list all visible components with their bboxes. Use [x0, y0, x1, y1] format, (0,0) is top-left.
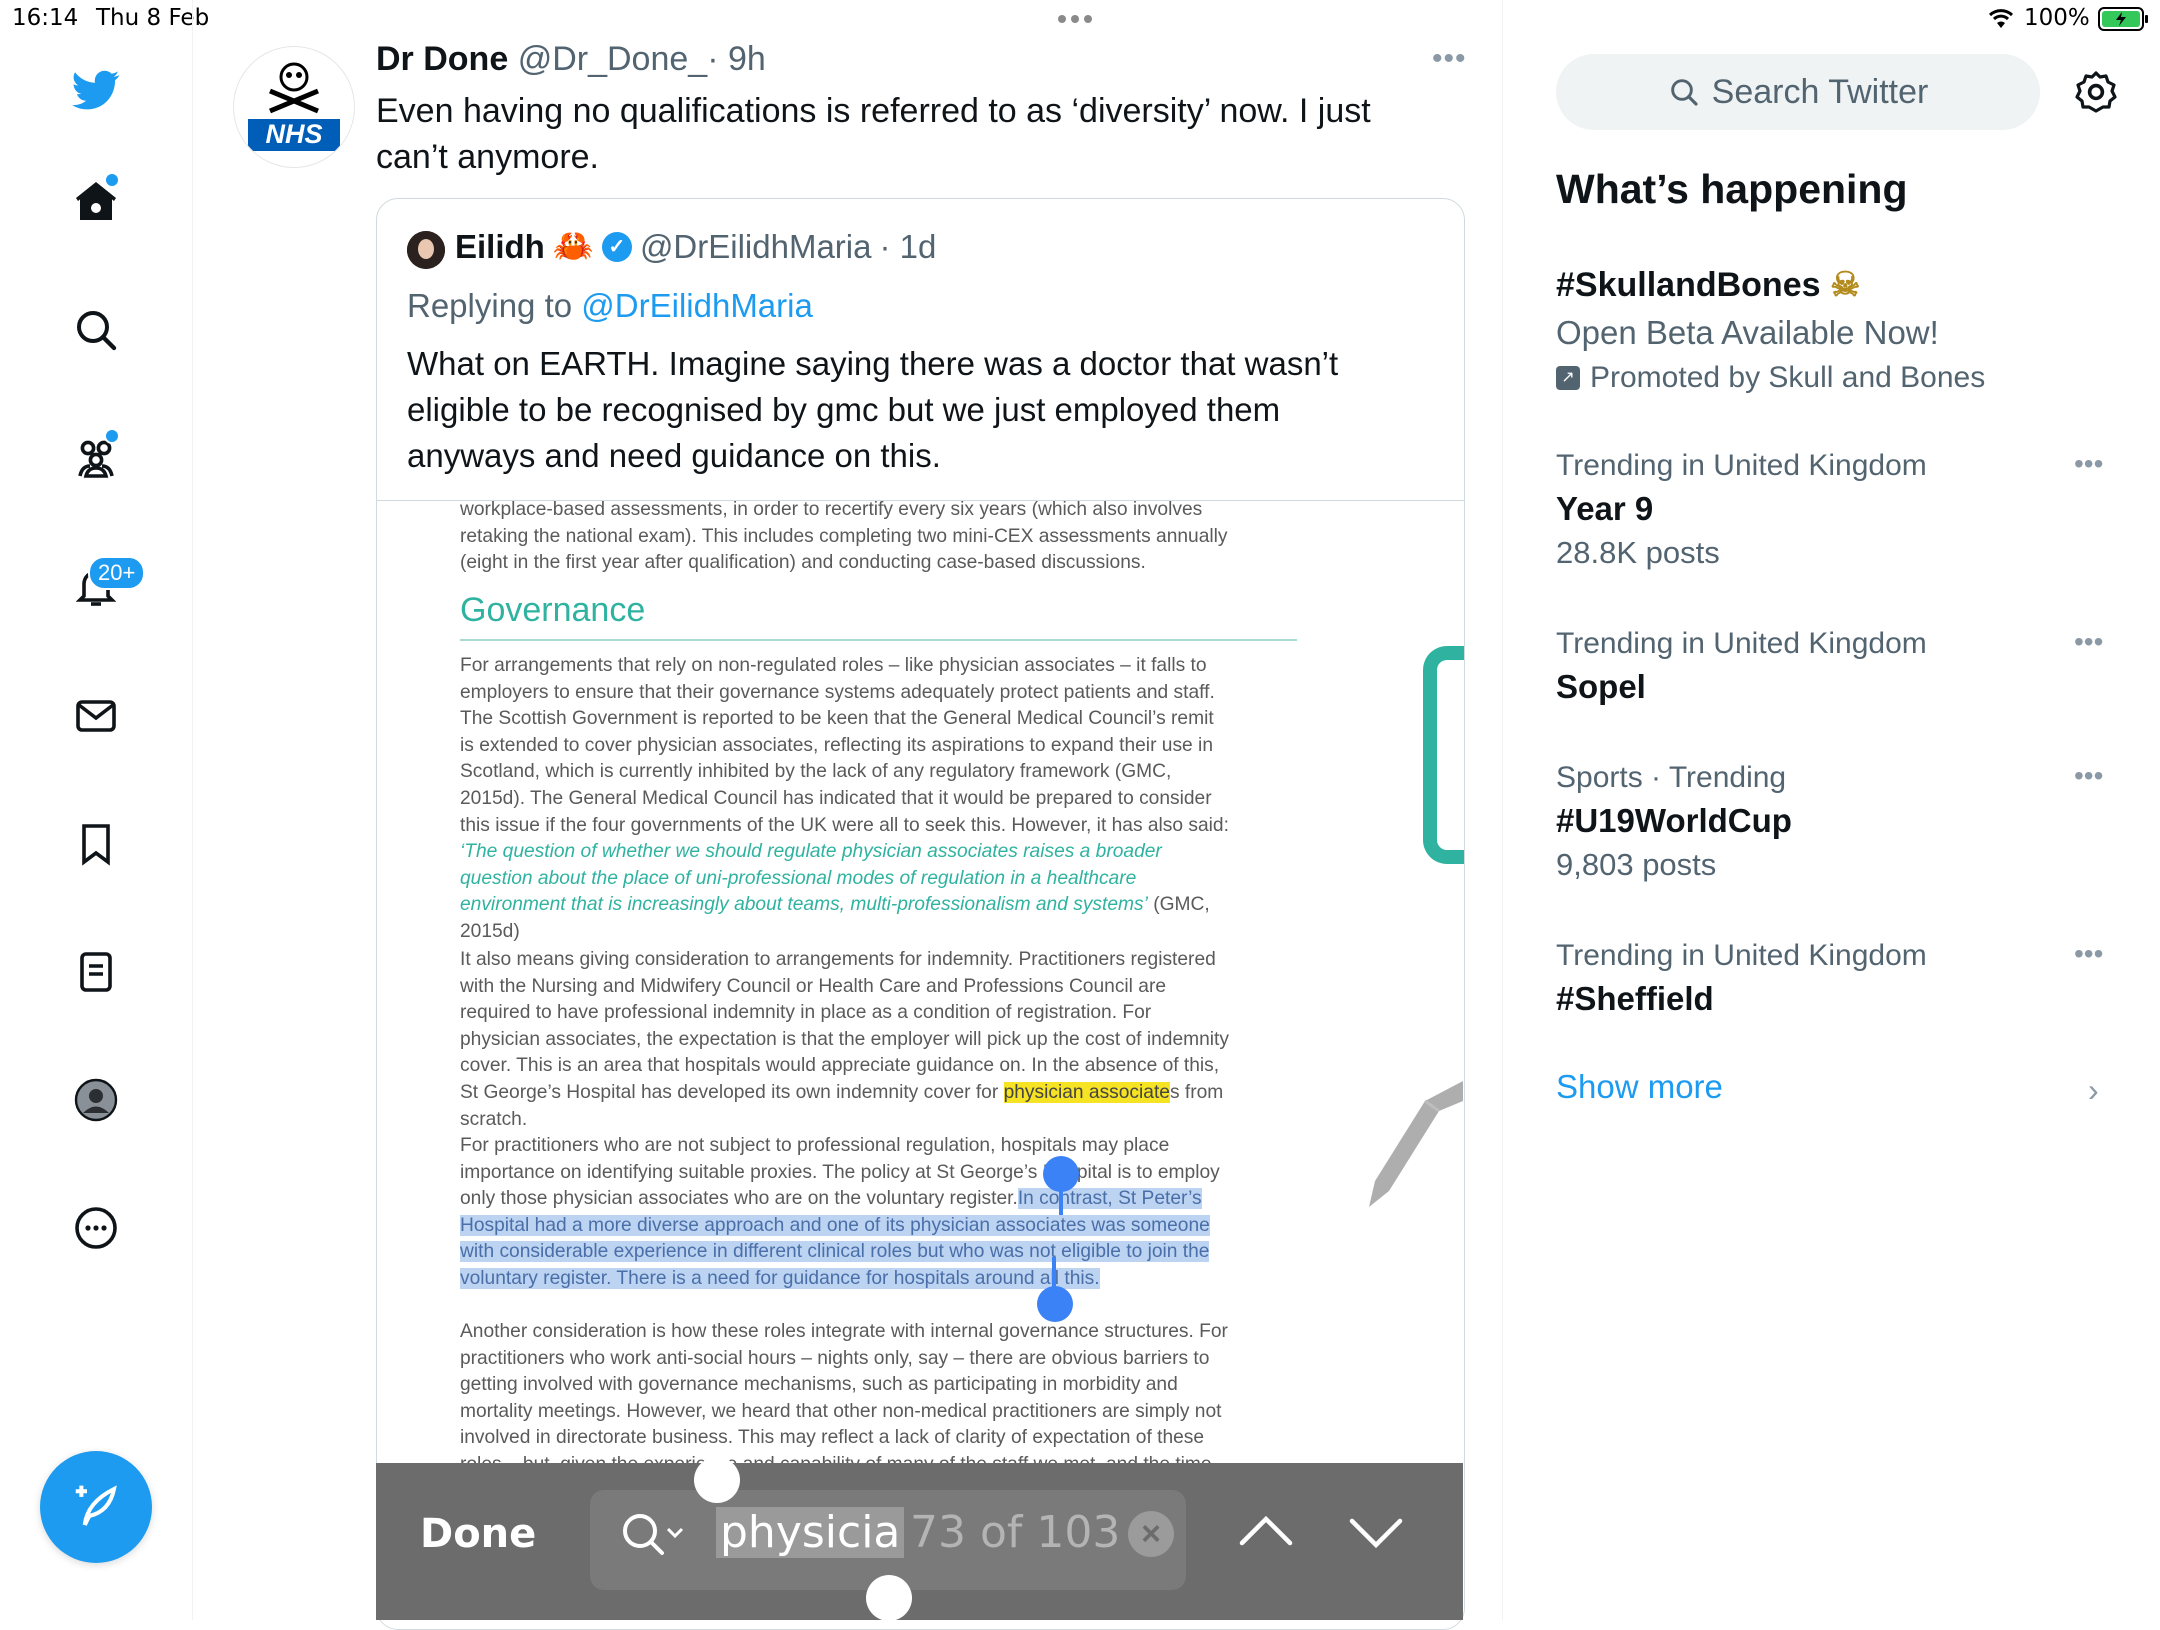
tweet-author-handle[interactable]: @Dr_Done_: [518, 40, 708, 78]
selection-start-bar: [1059, 1185, 1063, 1215]
quote-author-name[interactable]: Eilidh: [455, 228, 545, 266]
skull-crossbones-icon: ☠: [1829, 266, 1861, 304]
verified-badge-icon: ✓: [601, 231, 632, 262]
find-match-count: 73 of 103: [910, 1507, 1121, 1558]
trend-more-icon[interactable]: •••: [2074, 938, 2103, 970]
trend-title: #Sheffield: [1556, 980, 1714, 1017]
trend-more-icon[interactable]: •••: [2074, 448, 2103, 480]
doc-paragraph-3: For practitioners who are not subject to…: [460, 1135, 1220, 1289]
tweet-time[interactable]: · 9h: [707, 40, 766, 78]
trend-post-count: 9,803 posts: [1556, 847, 1717, 882]
trend-more-icon[interactable]: •••: [2074, 626, 2103, 658]
doc-heading-rule: [460, 639, 1297, 641]
promoted-subtitle: Open Beta Available Now!: [1556, 314, 1939, 351]
doc-heading: Governance: [460, 591, 646, 629]
bookmarks-icon[interactable]: [68, 816, 124, 872]
chevron-right-icon[interactable]: ›: [2088, 1072, 2099, 1109]
whats-happening-heading: What’s happening: [1556, 166, 1908, 212]
lists-icon[interactable]: [68, 944, 124, 1000]
replying-to: Replying to @DrEilidhMaria: [407, 287, 813, 325]
doc-paragraph-2: It also means giving consideration to ar…: [460, 949, 1229, 1130]
selection-end-bar: [1052, 1257, 1056, 1289]
battery-icon: [2098, 6, 2150, 37]
show-more-link[interactable]: Show more: [1556, 1068, 1723, 1106]
find-query-text[interactable]: physicia: [716, 1507, 905, 1558]
trend-meta: Trending in United Kingdom: [1556, 939, 1927, 972]
profile-avatar-icon[interactable]: [68, 1072, 124, 1128]
trend-meta: Trending in United Kingdom: [1556, 449, 1927, 482]
quote-author-handle[interactable]: @DrEilidhMaria: [640, 228, 872, 266]
trend-post-count: 28.8K posts: [1556, 535, 1720, 570]
home-new-dot: [104, 172, 120, 188]
wifi-icon: [1986, 6, 2016, 35]
tweet-header: Dr Done @Dr_Done_· 9h: [376, 40, 766, 79]
promoted-trend[interactable]: #SkullandBones ☠ Open Beta Available Now…: [1556, 262, 2116, 398]
find-selection-end-handle[interactable]: [866, 1575, 912, 1621]
find-match-highlight: physician associate: [1003, 1081, 1170, 1103]
twitter-logo-icon[interactable]: [68, 62, 124, 118]
search-placeholder: Search Twitter: [1711, 72, 1929, 111]
more-options-icon[interactable]: [68, 1200, 124, 1256]
trend-item[interactable]: Trending in United Kingdom Sopel: [1556, 624, 2116, 710]
find-clear-icon[interactable]: ×: [1128, 1511, 1174, 1557]
markup-pen-icon: [1369, 1081, 1463, 1207]
find-done-button[interactable]: Done: [420, 1511, 536, 1557]
replying-to-link[interactable]: @DrEilidhMaria: [581, 287, 813, 324]
quote-author-avatar[interactable]: [407, 231, 445, 269]
doc-paragraph-1: For arrangements that rely on non-regula…: [460, 655, 1229, 942]
multitasking-dots[interactable]: [1058, 15, 1092, 23]
quote-attached-image[interactable]: workplace-based assessments, in order to…: [377, 500, 1464, 1629]
trend-meta: Trending in United Kingdom: [1556, 627, 1927, 660]
find-next-icon[interactable]: [1348, 1515, 1404, 1556]
messages-icon[interactable]: [68, 688, 124, 744]
replying-to-label: Replying to: [407, 287, 573, 324]
trend-title: Year 9: [1556, 490, 1654, 527]
battery-percent: 100%: [2024, 5, 2090, 31]
find-options-icon[interactable]: [620, 1509, 690, 1564]
quote-tweet-card[interactable]: Eilidh 🦀 ✓ @DrEilidhMaria · 1d Replying t…: [376, 198, 1465, 1630]
search-twitter-input[interactable]: Search Twitter: [1556, 54, 2040, 130]
left-nav: 20+: [0, 0, 193, 1620]
search-icon[interactable]: [68, 302, 124, 358]
quote-time[interactable]: · 1d: [880, 228, 937, 266]
feather-plus-icon: [75, 1485, 117, 1526]
trend-item[interactable]: Trending in United Kingdom Year 9 28.8K …: [1556, 446, 2116, 574]
doc-top-lines: workplace-based assessments, in order to…: [460, 500, 1228, 574]
tweet-more-icon[interactable]: •••: [1432, 42, 1467, 76]
trend-more-icon[interactable]: •••: [2074, 760, 2103, 792]
tweet-author-avatar[interactable]: NHS: [233, 46, 355, 168]
nhs-logo-text: NHS: [265, 119, 323, 149]
trend-title: Sopel: [1556, 668, 1646, 705]
tweet-text: Even having no qualifications is referre…: [376, 92, 1371, 176]
promoted-icon: ↗: [1556, 366, 1580, 390]
notifications-badge: 20+: [88, 556, 146, 590]
trend-title: #U19WorldCup: [1556, 802, 1792, 839]
promoted-by: Promoted by Skull and Bones: [1590, 361, 1986, 394]
find-selection-start-handle[interactable]: [694, 1457, 740, 1503]
trend-meta: Sports · Trending: [1556, 761, 1787, 794]
selection-end-handle[interactable]: [1037, 1286, 1073, 1322]
trend-item[interactable]: Trending in United Kingdom #Sheffield: [1556, 936, 2116, 1022]
tweet-author-name[interactable]: Dr Done: [376, 40, 508, 78]
settings-gear-icon[interactable]: [2072, 68, 2120, 121]
quote-header: Eilidh 🦀 ✓ @DrEilidhMaria · 1d: [455, 227, 936, 266]
doc-teal-logo: [1423, 646, 1464, 864]
crab-emoji: 🦀: [552, 227, 594, 264]
trend-item[interactable]: Sports · Trending #U19WorldCup 9,803 pos…: [1556, 758, 2116, 886]
find-previous-icon[interactable]: [1238, 1513, 1294, 1554]
column-divider: [1502, 0, 1503, 1620]
quote-text: What on EARTH. Imagine saying there was …: [407, 345, 1339, 474]
communities-new-dot: [104, 428, 120, 444]
find-in-page-bar: Done physicia 73 of 103 ×: [376, 1457, 1463, 1621]
search-icon: [1670, 79, 1698, 106]
compose-tweet-button[interactable]: [40, 1451, 152, 1563]
promoted-title: #SkullandBones: [1556, 266, 1821, 304]
